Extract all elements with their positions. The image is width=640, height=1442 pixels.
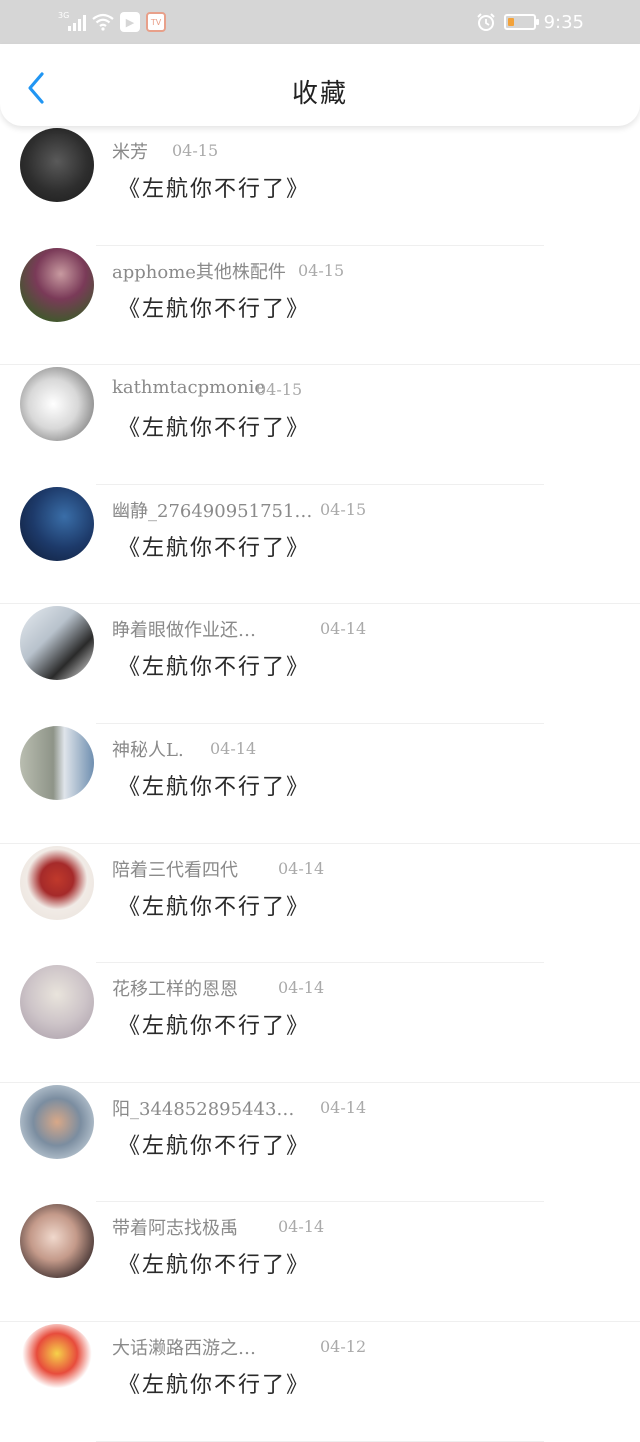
item-title[interactable]: 《左航你不行了》 — [118, 889, 310, 921]
item-title[interactable]: 《左航你不行了》 — [118, 1128, 310, 1160]
avatar[interactable] — [20, 128, 94, 202]
list-item[interactable]: 睁着眼做作业还… 04-14 《左航你不行了》 — [0, 604, 640, 724]
tv-app-icon: TV — [146, 12, 166, 32]
list-item[interactable]: 幽静_276490951751… 04-15 《左航你不行了》 — [0, 485, 640, 605]
avatar[interactable] — [20, 486, 94, 561]
status-time: 9:35 — [543, 11, 584, 33]
item-title[interactable]: 《左航你不行了》 — [118, 1008, 310, 1040]
list-item[interactable]: 神秘人L. 04-14 《左航你不行了》 — [0, 724, 640, 844]
row-divider — [96, 1440, 544, 1442]
list-item[interactable]: 花移工样的恩恩 04-14 《左航你不行了》 — [0, 963, 640, 1083]
item-date: 04-15 — [172, 141, 219, 160]
signal-icon: 3G — [58, 11, 86, 31]
network-type: 3G — [58, 11, 70, 20]
item-date: 04-12 — [320, 1336, 367, 1356]
item-title[interactable]: 《左航你不行了》 — [118, 291, 310, 323]
item-author-name: 大话濑路西游之… — [112, 1337, 256, 1359]
page-title: 收藏 — [291, 79, 348, 109]
item-date: 04-14 — [278, 978, 325, 998]
favorites-list: 米芳 04-15 《左航你不行了》 apphome其他株配件 04-15 《左航你不行了》… — [0, 126, 640, 1442]
item-title[interactable]: 《左航你不行了》 — [118, 410, 310, 442]
item-date: 04-14 — [278, 858, 325, 878]
item-date: 04-15 — [256, 380, 303, 400]
item-author-name: 神秘人L. — [112, 739, 184, 761]
item-date: 04-15 — [298, 260, 345, 280]
item-author-name: 幽静_276490951751… — [112, 500, 313, 522]
play-app-icon: ▶ — [120, 12, 140, 32]
list-item[interactable]: 阳_344852895443… 04-14 《左航你不行了》 — [0, 1083, 640, 1203]
item-author-name: 陪着三代看四代 — [112, 859, 238, 881]
item-title[interactable]: 《左航你不行了》 — [118, 769, 310, 801]
avatar[interactable] — [20, 1084, 94, 1159]
item-date: 04-14 — [320, 1097, 367, 1117]
alarm-clock-icon — [476, 13, 495, 31]
item-date: 04-15 — [320, 499, 367, 519]
item-author-name: 带着阿志找极禹 — [112, 1218, 238, 1240]
avatar[interactable] — [20, 606, 94, 681]
list-item[interactable]: 米芳 04-15 《左航你不行了》 — [0, 126, 640, 246]
item-date: 04-14 — [278, 1217, 325, 1237]
avatar[interactable] — [20, 725, 94, 800]
item-author-name: apphome其他株配件 — [112, 261, 286, 283]
avatar[interactable] — [20, 247, 94, 322]
item-title[interactable]: 《左航你不行了》 — [118, 1367, 310, 1399]
item-author-name: 米芳 — [112, 142, 148, 163]
list-item[interactable]: 带着阿志找极禹 04-14 《左航你不行了》 — [0, 1202, 640, 1322]
tv-app-badge: TV — [150, 17, 162, 27]
item-author-name: 睁着眼做作业还… — [112, 620, 256, 642]
avatar[interactable] — [20, 845, 94, 920]
item-author-name: kathmtacpmonie — [112, 377, 266, 399]
avatar[interactable] — [20, 1323, 94, 1398]
list-item[interactable]: 陪着三代看四代 04-14 《左航你不行了》 — [0, 844, 640, 964]
avatar[interactable] — [20, 367, 94, 442]
list-item[interactable]: 大话濑路西游之… 04-12 《左航你不行了》 — [0, 1322, 640, 1442]
list-item[interactable]: apphome其他株配件 04-15 《左航你不行了》 — [0, 246, 640, 366]
wifi-icon — [92, 13, 114, 31]
avatar[interactable] — [20, 1204, 94, 1279]
item-title[interactable]: 《左航你不行了》 — [118, 171, 310, 203]
item-title[interactable]: 《左航你不行了》 — [118, 649, 310, 681]
navigation-bar: 收藏 — [0, 44, 640, 126]
status-bar: 3G ▶ TV 9:35 — [0, 0, 640, 44]
item-title[interactable]: 《左航你不行了》 — [118, 1247, 310, 1279]
avatar[interactable] — [20, 965, 94, 1040]
item-author-name: 花移工样的恩恩 — [112, 979, 238, 1001]
item-date: 04-14 — [210, 738, 257, 758]
battery-low-icon — [503, 14, 539, 30]
item-date: 04-14 — [320, 619, 367, 639]
item-title[interactable]: 《左航你不行了》 — [118, 530, 310, 562]
list-item[interactable]: kathmtacpmonie 04-15 《左航你不行了》 — [0, 365, 640, 485]
item-author-name: 阳_344852895443… — [112, 1098, 295, 1120]
